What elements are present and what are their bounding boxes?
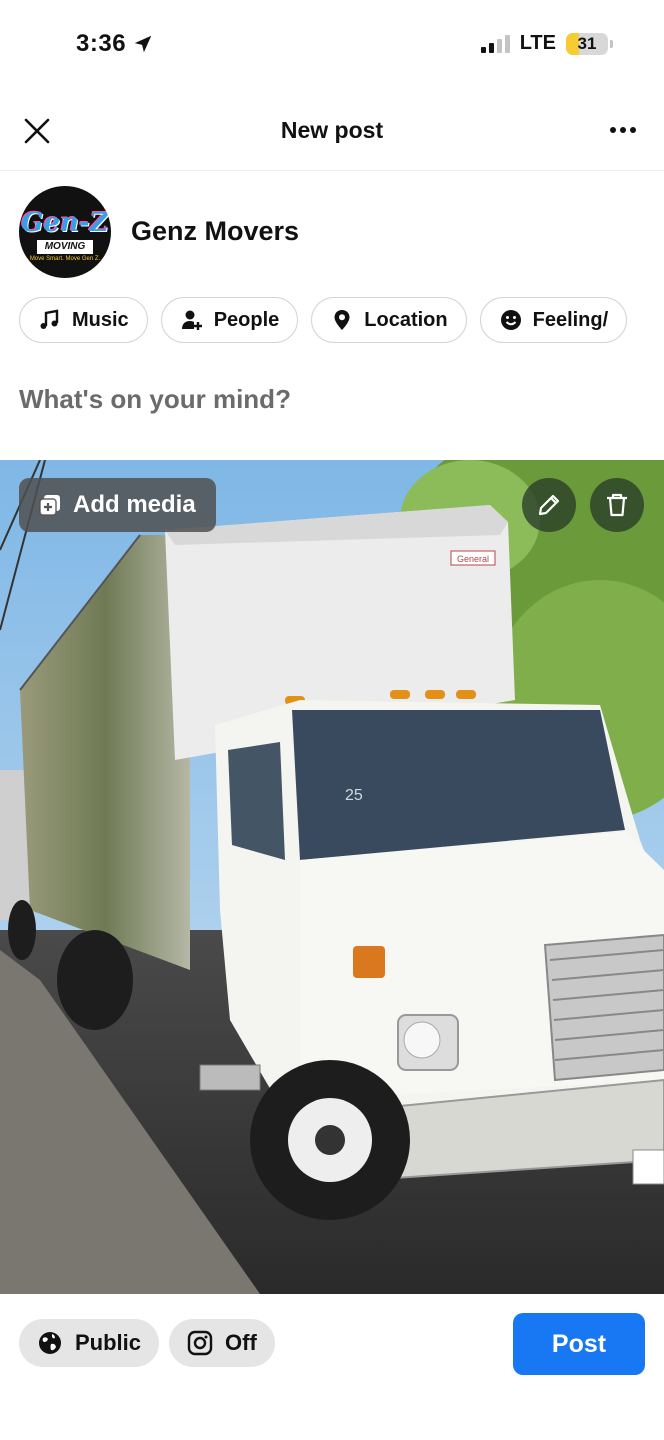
more-dots-icon bbox=[610, 127, 616, 133]
status-time: 3:36 bbox=[76, 30, 154, 58]
add-media-button[interactable]: Add media bbox=[19, 478, 216, 532]
post-options-row: Music People Location Feeling/ bbox=[19, 297, 628, 343]
avatar-logo-tagline: Move Smart. Move Gen Z. bbox=[29, 256, 101, 262]
battery-percent: 31 bbox=[577, 33, 597, 53]
profile-name[interactable]: Genz Movers bbox=[131, 216, 299, 247]
add-photo-icon bbox=[39, 495, 60, 516]
post-text-input[interactable]: What's on your mind? bbox=[19, 384, 291, 415]
feeling-chip[interactable]: Feeling/ bbox=[479, 297, 628, 343]
smiley-icon bbox=[500, 310, 521, 330]
edit-media-button[interactable] bbox=[522, 478, 576, 532]
more-options-button[interactable] bbox=[610, 120, 642, 140]
audience-button[interactable]: Public bbox=[19, 1319, 160, 1367]
add-media-label: Add media bbox=[73, 491, 196, 518]
post-button[interactable]: Post bbox=[513, 1313, 645, 1375]
status-time-text: 3:36 bbox=[76, 30, 127, 57]
attached-photo: General 25 bbox=[0, 460, 664, 1294]
truck-number: 25 bbox=[345, 787, 363, 804]
battery-icon: 31 bbox=[566, 32, 613, 55]
location-chip-label: Location bbox=[364, 308, 448, 331]
location-pin-icon bbox=[334, 310, 350, 330]
people-chip-label: People bbox=[213, 308, 280, 331]
person-add-icon bbox=[181, 310, 202, 330]
people-chip[interactable]: People bbox=[160, 297, 299, 343]
instagram-share-toggle[interactable]: Off bbox=[169, 1319, 275, 1367]
truck-box-label: General bbox=[457, 554, 489, 564]
music-chip-label: Music bbox=[72, 308, 129, 331]
music-note-icon bbox=[40, 309, 59, 329]
post-header: New post bbox=[0, 98, 664, 171]
delete-media-button[interactable] bbox=[590, 478, 644, 532]
trash-icon bbox=[607, 493, 627, 517]
post-footer: Public Off Post bbox=[0, 1294, 664, 1440]
network-type: LTE bbox=[519, 32, 556, 54]
avatar-logo-sub: MOVING bbox=[37, 240, 93, 254]
page-title: New post bbox=[280, 117, 384, 143]
moving-truck-image: General 25 bbox=[0, 460, 664, 1294]
music-chip[interactable]: Music bbox=[19, 297, 148, 343]
location-chip[interactable]: Location bbox=[311, 297, 467, 343]
location-arrow-icon bbox=[134, 35, 152, 53]
feeling-chip-label: Feeling/ bbox=[532, 308, 609, 331]
globe-icon bbox=[39, 1332, 61, 1354]
instagram-icon bbox=[187, 1330, 213, 1356]
instagram-share-label: Off bbox=[225, 1330, 257, 1355]
audience-label: Public bbox=[75, 1330, 142, 1355]
signal-icon bbox=[480, 34, 510, 53]
avatar-logo-text: Gen-Z bbox=[21, 208, 109, 238]
avatar[interactable]: Gen-Z MOVING Move Smart. Move Gen Z. bbox=[19, 186, 111, 278]
status-indicators: LTE 31 bbox=[480, 32, 613, 55]
pencil-icon bbox=[538, 494, 560, 516]
